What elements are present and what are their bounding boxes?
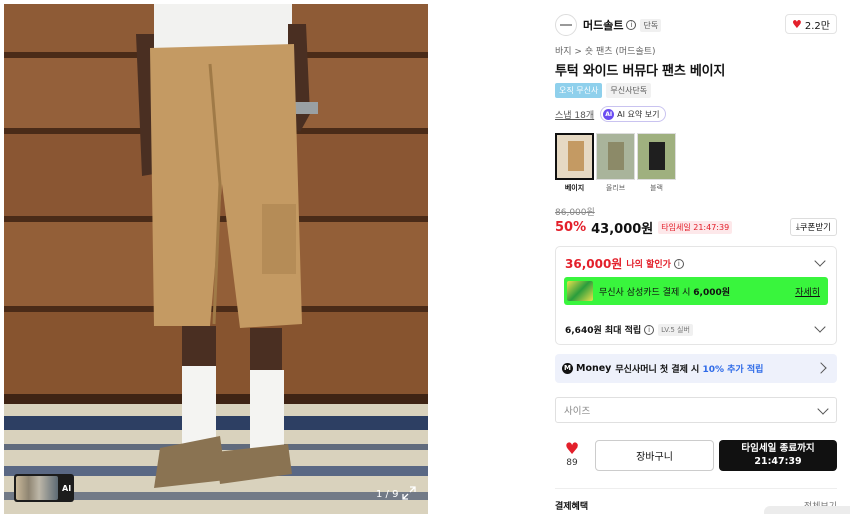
heart-icon: ♥ — [792, 17, 802, 31]
musinsa-exclusive-badge: 무신사단독 — [606, 83, 652, 98]
wishlist-count: 89 — [566, 458, 578, 468]
swatch-beige[interactable]: 베이지 — [555, 133, 594, 193]
snap-link[interactable]: 스냅 18개 — [555, 108, 594, 121]
swatch-black[interactable]: 블랙 — [637, 133, 676, 193]
max-point-text: 6,640원 최대 적립 — [565, 326, 642, 336]
swatch-olive[interactable]: 올리브 — [596, 133, 635, 193]
benefit-box: 36,000원 나의 할인가 i 무신사 삼성카드 결제 시 6,000원 자세… — [555, 246, 837, 345]
buy-button-timer: 21:47:39 — [754, 456, 802, 467]
ai-thumbnail-label: AI — [62, 483, 72, 493]
divider — [555, 488, 837, 489]
size-placeholder: 사이즈 — [564, 406, 591, 417]
info-icon[interactable]: i — [626, 20, 637, 30]
brand-row: 머드솔트 i 단독 ♥ 2.2만 — [555, 14, 837, 36]
card-image — [567, 281, 593, 301]
original-price: 86,000원 — [555, 208, 595, 218]
buy-button-line1: 타임세일 종료까지 — [741, 443, 815, 454]
musinsa-money-banner[interactable]: M Money 무신사머니 첫 결제 시 10% 추가 적립 — [555, 354, 837, 383]
info-icon[interactable]: i — [644, 324, 655, 335]
coupon-button[interactable]: ⤓ 쿠폰받기 — [789, 218, 837, 236]
product-title: 투턱 와이드 버뮤다 팬츠 베이지 — [555, 64, 726, 79]
image-pager: 1 / 9 — [376, 489, 399, 500]
coupon-label: 쿠폰받기 — [799, 223, 831, 233]
member-level-tag: LV.5 실버 — [658, 323, 693, 336]
payment-benefit-title: 결제혜택 — [555, 502, 589, 512]
swatch-label: 블랙 — [650, 184, 663, 192]
sale-price: 43,000원 — [591, 221, 654, 237]
review-row: 스냅 18개 AI AI 요약 보기 — [555, 106, 666, 122]
money-promo-text: 무신사머니 첫 결제 시 10% 추가 적립 — [615, 365, 764, 375]
musinsa-only-badge: 오직 무신사 — [555, 83, 603, 98]
chevron-down-icon[interactable] — [814, 255, 826, 267]
chevron-right-icon — [815, 362, 827, 374]
info-icon[interactable]: i — [673, 258, 684, 269]
chevron-down-icon[interactable] — [814, 321, 826, 333]
swatch-label: 베이지 — [564, 184, 585, 192]
floating-widget[interactable] — [764, 506, 850, 514]
product-photo — [4, 4, 428, 514]
money-logo-icon: M — [562, 363, 573, 374]
thumbnail-image — [16, 476, 58, 500]
card-benefit-text: 무신사 삼성카드 결제 시 6,000원 — [599, 287, 731, 298]
wishlist-button[interactable]: ♥ 89 — [559, 439, 585, 469]
money-brand: Money — [576, 363, 612, 374]
badge-row: 오직 무신사 무신사단독 — [555, 83, 652, 98]
purchase-row: ♥ 89 장바구니 타임세일 종료까지 21:47:39 — [555, 440, 837, 472]
breadcrumb[interactable]: 바지 > 숏 팬츠 (머드솔트) — [555, 44, 656, 57]
my-price-row[interactable]: 36,000원 나의 할인가 i — [565, 255, 827, 272]
brand-like-button[interactable]: ♥ 2.2만 — [785, 14, 837, 34]
ai-summary-button[interactable]: AI AI 요약 보기 — [600, 106, 666, 122]
card-benefit-banner[interactable]: 무신사 삼성카드 결제 시 6,000원 자세히 — [564, 277, 828, 305]
product-image[interactable] — [4, 4, 428, 514]
ai-icon: AI — [603, 108, 615, 120]
size-select[interactable]: 사이즈 — [555, 397, 837, 423]
point-row[interactable]: 6,640원 최대 적립 i LV.5 실버 — [565, 321, 827, 336]
brand-exclusive-tag: 단독 — [640, 18, 662, 32]
brand-logo[interactable] — [555, 14, 577, 36]
swatch-label: 올리브 — [605, 184, 626, 192]
price-row: 50% 43,000원 타임세일 21:47:39 ⤓ 쿠폰받기 — [555, 218, 837, 237]
heart-icon: ♥ — [564, 439, 580, 458]
color-swatches: 베이지 올리브 블랙 — [555, 133, 678, 193]
card-detail-link[interactable]: 자세히 — [795, 285, 820, 298]
ai-thumbnail-button[interactable]: AI — [14, 474, 74, 502]
ai-summary-label: AI 요약 보기 — [617, 109, 660, 119]
timesale-tag: 타임세일 21:47:39 — [658, 220, 733, 234]
discount-rate: 50% — [555, 219, 587, 235]
chevron-down-icon — [817, 403, 829, 415]
my-discount-label: 나의 할인가 — [626, 260, 671, 270]
buy-button[interactable]: 타임세일 종료까지 21:47:39 — [719, 440, 837, 471]
brand-name[interactable]: 머드솔트 — [583, 17, 623, 33]
my-discount-price: 36,000원 — [565, 257, 623, 271]
product-info-panel: 머드솔트 i 단독 ♥ 2.2만 바지 > 숏 팬츠 (머드솔트) 투턱 와이드… — [555, 0, 837, 514]
expand-icon[interactable] — [402, 486, 416, 500]
brand-like-count: 2.2만 — [804, 20, 830, 32]
cart-button[interactable]: 장바구니 — [595, 440, 714, 471]
